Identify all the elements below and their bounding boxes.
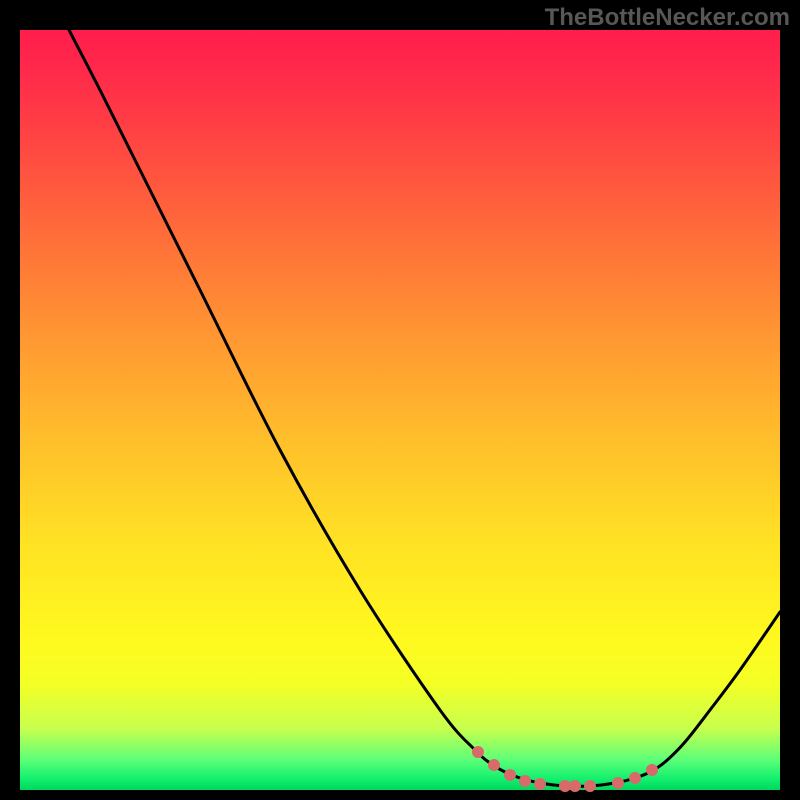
- optimal-dot: [519, 775, 531, 787]
- optimal-dot: [612, 777, 624, 789]
- watermark: TheBottleNecker.com: [545, 4, 790, 32]
- optimal-dot: [534, 778, 546, 790]
- optimal-dot: [472, 746, 484, 758]
- optimal-dot: [504, 769, 516, 781]
- optimal-dot: [646, 764, 658, 776]
- plot-area: [20, 30, 780, 790]
- chart-svg: [20, 30, 780, 790]
- chart-frame: TheBottleNecker.com: [0, 0, 800, 800]
- optimal-dot: [488, 759, 500, 771]
- optimal-dot: [584, 780, 596, 792]
- bottleneck-curve: [69, 30, 780, 786]
- optimal-dot: [569, 780, 581, 792]
- optimal-dot: [629, 772, 641, 784]
